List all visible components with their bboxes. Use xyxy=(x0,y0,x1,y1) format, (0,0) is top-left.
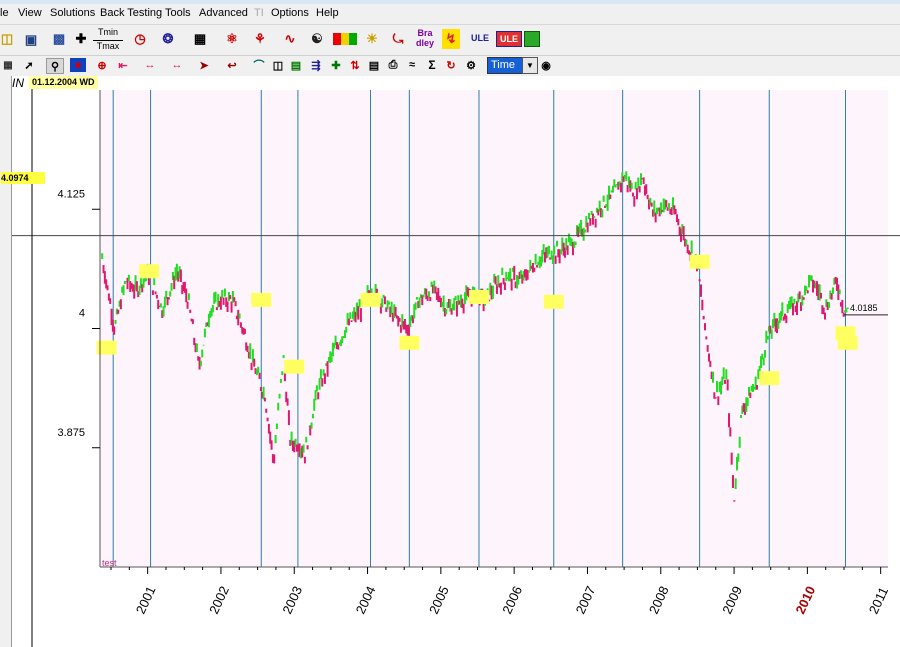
menu-back-testing[interactable]: Back Testing xyxy=(100,7,162,19)
cycle-marker xyxy=(468,290,489,305)
x-year-label: 2002 xyxy=(206,584,232,617)
picture-icon[interactable]: ▤ xyxy=(289,58,303,72)
bradley-bottom-label[interactable]: dley xyxy=(414,39,436,48)
cycle-marker xyxy=(360,292,381,307)
x-year-label: 2005 xyxy=(426,584,452,617)
watermark-label: test xyxy=(102,558,117,568)
y-axis: 4.125 4 3.875 xyxy=(57,90,101,567)
arc-icon[interactable]: ⌒ xyxy=(252,58,266,72)
chart-icon[interactable]: ≈ xyxy=(405,58,419,72)
date-badge: 01.12.2004 WD xyxy=(29,76,98,89)
chevron-down-icon[interactable]: ▼ xyxy=(522,57,538,74)
cycle-marker xyxy=(837,335,858,350)
cycle-marker xyxy=(759,371,780,386)
aspect-wheel-icon[interactable]: ⚛ xyxy=(223,30,241,48)
y-tick-label: 4.125 xyxy=(57,188,85,200)
zoom-out-icon[interactable]: ⊕ xyxy=(95,58,109,72)
cycle-marker xyxy=(399,335,420,350)
x-year-label: 2008 xyxy=(646,584,672,617)
last-price-label: 4.0185 xyxy=(850,303,878,313)
ule-label[interactable]: ULE xyxy=(469,34,491,43)
x-year-label: 2006 xyxy=(499,584,525,617)
align-icon[interactable]: ⇶ xyxy=(309,58,323,72)
menu-bar: le View Solutions Back Testing Tools Adv… xyxy=(0,4,900,25)
menu-view[interactable]: View xyxy=(18,7,42,19)
cross-icon[interactable]: ✚ xyxy=(329,58,343,72)
split-icon[interactable]: ◫ xyxy=(271,58,285,72)
compress-icon[interactable]: ↔ xyxy=(167,58,187,72)
x-year-label: 2004 xyxy=(353,584,379,617)
menu-options[interactable]: Options xyxy=(271,7,309,19)
menu-tools[interactable]: Tools xyxy=(165,7,191,19)
x-year-label: 2011 xyxy=(866,585,891,617)
sun-icon[interactable]: ☀ xyxy=(364,30,380,48)
select-tool-icon[interactable]: ■ xyxy=(70,58,86,72)
lock-icon[interactable]: ◉ xyxy=(540,58,552,72)
x-year-label: 2010 xyxy=(792,584,818,617)
timeframe-select[interactable]: Time xyxy=(487,57,527,74)
cycle-marker xyxy=(284,359,305,374)
grid-icon[interactable]: ▦ xyxy=(2,58,14,72)
sum-icon[interactable]: Σ xyxy=(425,58,439,72)
y-tick-label: 3.875 xyxy=(57,427,85,439)
ephemeris-icon[interactable]: ☯ xyxy=(308,30,326,48)
secondary-toolbar: ▦ ➚ ⚲ ■ ⊕ ⇤ ↔ ↔ ➤ ↩ ⌒ ◫ ▤ ⇶ ✚ ⇅ ▤ ⎙ ≈ Σ … xyxy=(0,56,900,76)
document-icon[interactable]: ▤ xyxy=(368,58,380,72)
zoom-indicator: IN xyxy=(12,76,27,90)
calculator-icon[interactable]: ▦ xyxy=(193,31,207,47)
cycle-marker xyxy=(251,292,272,307)
arrow-right-icon[interactable]: ➤ xyxy=(196,58,212,72)
time-wheel-icon[interactable]: ⚘ xyxy=(251,30,269,48)
green-cube-icon[interactable] xyxy=(524,31,540,47)
lightning-icon[interactable]: ↯ xyxy=(442,29,460,49)
left-tool-panel xyxy=(0,76,12,647)
open-folder-icon[interactable]: ◫ xyxy=(0,31,14,47)
expand-both-icon[interactable]: ↔ xyxy=(140,58,160,72)
menu-solutions[interactable]: Solutions xyxy=(50,7,95,19)
tmax-label[interactable]: Tmax xyxy=(93,40,123,51)
cycle-marker xyxy=(543,294,564,309)
tmin-label[interactable]: Tmin xyxy=(93,28,123,37)
x-year-label: 2001 xyxy=(133,584,159,617)
swap-vertical-icon[interactable]: ⇅ xyxy=(348,58,362,72)
menu-ti[interactable]: TI xyxy=(254,7,264,19)
menu-help[interactable]: Help xyxy=(316,7,339,19)
x-year-label: 2003 xyxy=(279,584,305,617)
wave-icon[interactable]: ∿ xyxy=(282,30,298,48)
cycle-marker xyxy=(139,264,160,279)
chart-svg[interactable]: 4.125 4 3.875 2001 2002 2003 2004 2005 2006 2007… xyxy=(12,76,900,647)
planet-wheel-icon[interactable]: ❂ xyxy=(160,31,176,47)
lines-icon[interactable]: ⤿ xyxy=(389,30,407,48)
color-bar-icon[interactable] xyxy=(333,33,357,45)
draw-line-icon[interactable]: ➚ xyxy=(22,58,36,72)
settings-icon[interactable]: ⚙ xyxy=(463,58,479,72)
ule-box-button[interactable]: ULE xyxy=(496,31,522,47)
x-year-label: 2009 xyxy=(719,584,745,617)
cursor-price-badge: 4.0974 xyxy=(1,172,45,184)
print-icon[interactable]: ⎙ xyxy=(386,58,400,72)
chart-window-icon[interactable]: ▩ xyxy=(52,31,66,47)
menu-file[interactable]: le xyxy=(0,7,9,19)
save-icon[interactable]: ▣ xyxy=(24,29,38,51)
menu-advanced[interactable]: Advanced xyxy=(199,7,248,19)
bradley-top-label[interactable]: Bra xyxy=(414,29,436,38)
zoom-icon[interactable]: ⚲ xyxy=(46,58,64,74)
y-tick-label: 4 xyxy=(79,308,85,320)
expand-left-icon[interactable]: ⇤ xyxy=(113,58,133,72)
refresh-icon[interactable]: ↻ xyxy=(444,58,458,72)
cycle-marker xyxy=(689,254,710,269)
main-toolbar: ◫ ▣ ▩ ✚ Tmin Tmax ◷ ❂ ▦ ⚛ ⚘ ∿ ☯ ☀ ⤿ Bra … xyxy=(0,25,900,56)
clock-icon[interactable]: ◷ xyxy=(132,31,148,47)
crosshair-icon[interactable]: ✚ xyxy=(74,31,88,47)
x-year-label: 2007 xyxy=(573,584,599,617)
price-chart[interactable]: 4.125 4 3.875 2001 2002 2003 2004 2005 2006 2007… xyxy=(12,76,900,647)
x-axis: 2001 2002 2003 2004 2005 2006 2007 2008 2009 2010… xyxy=(100,566,891,617)
arrow-left-icon[interactable]: ↩ xyxy=(224,58,240,72)
